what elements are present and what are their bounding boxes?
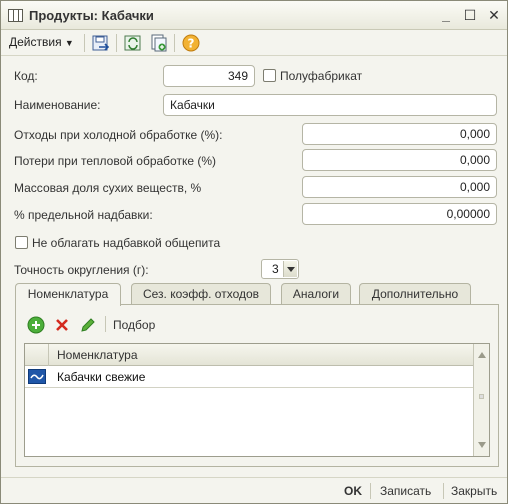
close-button[interactable]: Закрыть <box>451 484 497 498</box>
footer-bar: OK Записать Закрыть <box>1 477 507 503</box>
cold-waste-field[interactable]: 0,000 <box>302 123 497 145</box>
semifinished-label: Полуфабрикат <box>280 69 363 83</box>
edit-pencil-icon[interactable] <box>79 316 97 334</box>
tab-nomenclature[interactable]: Номенклатура <box>15 283 121 306</box>
heat-loss-field[interactable]: 0,000 <box>302 149 497 171</box>
product-form-window: Продукты: Кабачки _ ☐ ✕ Действия ▼ ? Код… <box>0 0 508 504</box>
code-field[interactable]: 349 <box>163 65 255 87</box>
nomenclature-panel: Подбор Номенклатура Кабачки свежие <box>15 304 499 467</box>
rounding-select[interactable]: 3 <box>261 259 299 279</box>
maximize-icon[interactable]: ☐ <box>461 6 479 24</box>
vertical-scrollbar[interactable] <box>473 344 489 456</box>
no-markup-checkbox[interactable] <box>15 236 28 249</box>
tab-seasonal-coefficients[interactable]: Сез. коэфф. отходов <box>131 283 271 305</box>
column-divider <box>48 344 49 366</box>
refresh-icon[interactable] <box>123 33 143 53</box>
code-label: Код: <box>14 69 38 83</box>
cold-waste-label: Отходы при холодной обработке (%): <box>14 128 223 142</box>
column-header-nomenclature[interactable]: Номенклатура <box>57 348 138 362</box>
toolbar-separator <box>84 34 85 52</box>
no-markup-label: Не облагать надбавкой общепита <box>32 236 221 250</box>
scroll-thumb[interactable] <box>479 394 484 399</box>
chevron-down-icon: ▼ <box>64 38 74 48</box>
name-field[interactable]: Кабачки <box>163 94 497 116</box>
ok-button[interactable]: OK <box>344 484 362 498</box>
table-row[interactable]: Кабачки свежие <box>25 366 474 388</box>
markup-field[interactable]: 0,00000 <box>302 203 497 225</box>
dropdown-arrow-icon[interactable] <box>283 261 297 277</box>
scroll-down-icon[interactable] <box>478 442 486 448</box>
help-icon[interactable]: ? <box>181 33 201 53</box>
footer-separator <box>370 483 371 499</box>
toolbar-separator <box>174 34 175 52</box>
table-header: Номенклатура <box>25 344 474 366</box>
row-item-icon <box>28 369 46 384</box>
svg-text:?: ? <box>188 37 195 51</box>
window-title: Продукты: Кабачки <box>29 8 154 23</box>
actions-menu-label: Действия <box>9 35 62 49</box>
scroll-up-icon[interactable] <box>478 352 486 358</box>
pick-button[interactable]: Подбор <box>113 318 155 332</box>
close-icon[interactable]: ✕ <box>485 6 503 24</box>
delete-icon[interactable] <box>53 316 71 334</box>
nomenclature-table: Номенклатура Кабачки свежие <box>24 343 490 457</box>
add-icon[interactable] <box>27 316 45 334</box>
minimize-icon[interactable]: _ <box>437 6 455 24</box>
save-close-icon[interactable] <box>91 33 111 53</box>
rounding-value: 3 <box>272 262 279 276</box>
footer-separator <box>443 483 444 499</box>
form-icon <box>8 9 23 22</box>
rounding-label: Точность округления (г): <box>14 263 149 277</box>
name-label: Наименование: <box>14 98 101 112</box>
row-nomenclature-cell: Кабачки свежие <box>57 370 146 384</box>
title-bar: Продукты: Кабачки _ ☐ ✕ <box>1 1 507 30</box>
tab-additional[interactable]: Дополнительно <box>359 283 471 305</box>
toolbar-separator <box>105 316 106 332</box>
heat-loss-label: Потери при тепловой обработке (%) <box>14 154 217 168</box>
dry-matter-label: Массовая доля сухих веществ, % <box>14 181 202 195</box>
save-button[interactable]: Записать <box>380 484 431 498</box>
copy-document-icon[interactable] <box>149 33 169 53</box>
toolbar: Действия ▼ ? <box>1 30 507 56</box>
markup-label: % предельной надбавки: <box>14 208 153 222</box>
tab-analogs[interactable]: Аналоги <box>281 283 351 305</box>
actions-menu-button[interactable]: Действия ▼ <box>9 35 74 49</box>
dry-matter-field[interactable]: 0,000 <box>302 176 497 198</box>
toolbar-separator <box>116 34 117 52</box>
semifinished-checkbox[interactable] <box>263 69 276 82</box>
